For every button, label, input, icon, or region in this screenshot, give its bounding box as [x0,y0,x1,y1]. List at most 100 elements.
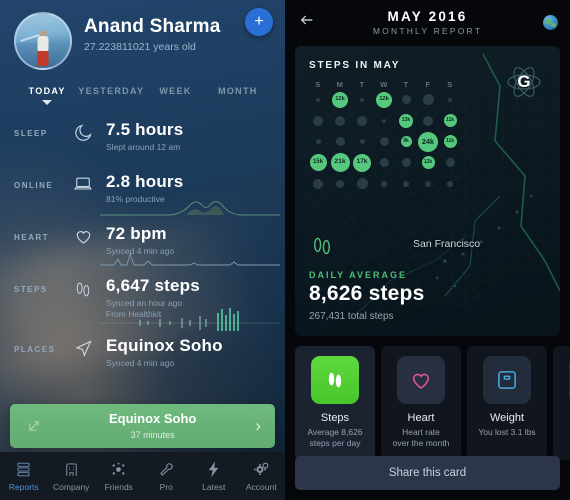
total-steps-value: 267,431 total steps [309,311,394,322]
heatmap-cell[interactable]: 12k [329,89,351,110]
steps-map-card[interactable]: STEPS IN MAY G S M T W T F S 12k 12k 13k 11… [295,46,560,336]
heatmap-cell[interactable]: 11k [439,110,461,131]
heatmap-cell[interactable] [395,89,417,110]
heatmap-cell[interactable] [351,110,373,131]
heatmap-dot [360,97,364,102]
heatmap-dot [425,180,431,187]
heatmap-cell[interactable] [351,89,373,110]
heatmap-cell[interactable] [439,173,461,194]
heatmap-row: 12k 12k [307,89,461,110]
heatmap-cell[interactable] [307,173,329,194]
heatmap-cell[interactable] [439,152,461,173]
nav-item-pro[interactable]: Pro [143,460,191,492]
heatmap-row: 9k 24k 11k [307,131,461,152]
nav-item-account[interactable]: Account [238,460,286,492]
heatmap-cell[interactable]: 21k [329,152,351,173]
heatmap-row [307,173,461,194]
heatmap-cell[interactable]: 9k [395,131,417,152]
heatmap-cell[interactable] [329,131,351,152]
heatmap-cell[interactable] [307,131,329,152]
footsteps-icon [309,233,424,264]
heatmap-dot [401,158,411,167]
bottom-navigation: Reports Company Friends Pro Latest Accou… [0,452,285,500]
heatmap-dot [315,139,321,144]
heatmap-cell[interactable] [395,152,417,173]
metric-card-next[interactable]: You per [553,346,570,460]
heatmap-cell[interactable] [329,173,351,194]
stat-row-heart[interactable]: HEART 72 bpm Synced 4 min ago [0,215,285,267]
stat-row-places[interactable]: PLACES Equinox Soho Synced 4 min ago [0,327,285,379]
weekday-label: S [315,80,321,89]
heatmap-cell[interactable] [395,173,417,194]
stat-row-steps[interactable]: STEPS 6,647 steps Synced an hour ago Fro… [0,267,285,331]
metric-sub-heart: Heart rate over the month [392,427,450,449]
stat-sub-online: 81% productive [106,194,165,204]
heatmap-dot [316,97,320,102]
heatmap-dot-labeled: 9k [400,136,412,147]
scale-icon [483,356,531,404]
heatmap-dot-labeled: 17k [353,153,371,172]
metric-card-steps[interactable]: Steps Average 8,626 steps per day [295,346,375,460]
heatmap-cell[interactable] [417,173,439,194]
heatmap-cell[interactable] [307,110,329,131]
share-card-button[interactable]: Share this card [295,456,560,490]
nav-item-latest[interactable]: Latest [190,460,238,492]
back-arrow-icon[interactable] [297,12,317,32]
share-card-label: Share this card [388,467,467,479]
heatmap-cell[interactable]: 11k [439,131,461,152]
bolt-icon [190,460,238,479]
atom-icon: G [502,60,546,104]
nav-item-company[interactable]: Company [48,460,96,492]
heatmap-cell[interactable] [417,110,439,131]
tab-yesterday[interactable]: YESTERDAY [78,86,144,105]
heatmap-dot [445,158,455,167]
heatmap-cell[interactable] [373,152,395,173]
tab-today[interactable]: TODAY [16,86,78,105]
heatmap-dot [357,115,367,126]
heatmap-cell[interactable] [417,89,439,110]
heatmap-dot [313,178,323,189]
metric-card-weight[interactable]: Weight You lost 3.1 lbs [467,346,547,460]
heatmap-cell[interactable] [307,89,329,110]
stat-row-online[interactable]: ONLINE 2.8 hours 81% productive [0,163,285,216]
heatmap-row: 15k 21k 17k 12k [307,152,461,173]
heatmap-dot-labeled: 15k [309,154,327,171]
stat-row-sleep[interactable]: SLEEP 7.5 hours Slept around 12 am [0,111,285,163]
metric-card-heart[interactable]: Heart Heart rate over the month [381,346,461,460]
heatmap-cell[interactable]: 17k [351,152,373,173]
avatar[interactable] [14,12,72,70]
gears-icon [238,460,286,479]
nav-item-friends[interactable]: Friends [95,460,143,492]
heatmap-cell[interactable] [373,110,395,131]
heatmap-cell[interactable]: 12k [417,152,439,173]
heatmap-cell[interactable]: 24k [417,131,439,152]
tab-month[interactable]: MONTH [207,86,269,105]
stat-value-steps: 6,647 steps [106,276,200,295]
heatmap-cell[interactable]: 12k [373,89,395,110]
daily-average-block: DAILY AVERAGE 8,626 steps 267,431 total … [309,233,424,322]
metric-title-heart: Heart [407,412,435,424]
daily-average-label: DAILY AVERAGE [309,270,408,280]
stat-sub-steps: Synced an hour ago From Healthkit [106,298,183,320]
heatmap-cell[interactable] [329,110,351,131]
heatmap-dot-labeled: 12k [332,91,348,108]
globe-icon[interactable] [543,14,558,30]
heatmap-cell[interactable] [351,131,373,152]
heatmap-cell[interactable] [439,89,461,110]
nav-item-reports[interactable]: Reports [0,460,48,492]
heatmap-cell[interactable] [373,173,395,194]
current-place-cta[interactable]: Equinox Soho 37 minutes › [10,404,275,448]
heatmap-dot-labeled: 21k [330,153,350,172]
period-tabs: TODAY YESTERDAY WEEK MONTH [0,86,285,105]
heatmap-dot [336,179,344,188]
tab-week[interactable]: WEEK [144,86,206,105]
chevron-right-icon: › [255,416,261,435]
heatmap-cell[interactable] [351,173,373,194]
stat-label-sleep: SLEEP [14,129,48,138]
heatmap-dot [359,139,365,144]
heatmap-cell[interactable]: 13k [395,110,417,131]
heatmap-dot [382,118,386,123]
heatmap-cell[interactable]: 15k [307,152,329,173]
heatmap-cell[interactable] [373,131,395,152]
add-button[interactable]: + [245,8,273,36]
